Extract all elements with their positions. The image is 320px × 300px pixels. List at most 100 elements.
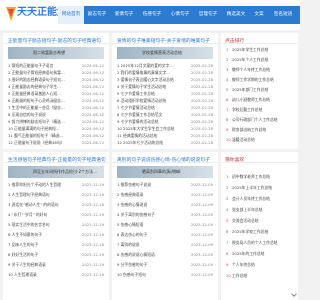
list-item[interactable]: 3 爱情句子表达暖心文字活动总结 2025-02-28 xyxy=(117,77,213,83)
list-item[interactable]: 9 努力拼搏的励志短句子（精选… 2024-06-12 xyxy=(8,119,104,125)
list-item[interactable]: 4 关于离别的伤感句子 2023-12-09 xyxy=(117,212,213,218)
list-item[interactable]: 2 伤感经典语录 2023-12-09 xyxy=(117,192,213,198)
list-item[interactable]: 8 乐观自信的句子说说 2024-06-12 xyxy=(8,112,104,118)
ranked-item[interactable]: 3 会计人员年终工作总结 xyxy=(226,196,270,202)
list-item[interactable]: 12 正能量句子说说（经典46句） 2024-06-12 xyxy=(8,140,104,146)
nav-item-home[interactable]: 网站首页 xyxy=(58,6,84,24)
ranked-item[interactable]: 8 公司行政部门个人工作总结 xyxy=(226,117,278,123)
list-item[interactable]: 10 2025年大学生学生会工作总结 2025-02-28 xyxy=(117,126,213,132)
list-item[interactable]: 6 活动组织学校爱情活动总结 2025-02-28 xyxy=(117,98,213,104)
list-item[interactable]: 1 推荐伤感句子说说 2023-12-09 xyxy=(117,182,213,188)
list-item-title: 6 正能量的短句子心灵鸡汤励志… xyxy=(8,98,65,103)
list-item[interactable]: 4 “水打”“岁月” 的好句 2023-12-19 xyxy=(8,212,104,218)
nav-item-mood[interactable]: 心情句子 xyxy=(166,6,194,24)
list-item[interactable]: 5 现实生活中的名言名句 2023-12-19 xyxy=(8,222,104,228)
list-item[interactable]: 8 伤感的说说心情短语 2023-12-09 xyxy=(117,252,213,258)
list-item-date: 2024-06-12 xyxy=(81,98,104,103)
ranked-item[interactable]: 2 2025年上半年工作总结 xyxy=(226,185,272,191)
ranked-item[interactable]: 5 交流会活动总结 xyxy=(226,218,259,224)
list-item[interactable]: 12 2025年七夕活动的总结 2025-02-28 xyxy=(117,140,213,146)
ranked-item[interactable]: 9 财务部出纳工作总结 xyxy=(226,127,266,133)
list-item[interactable]: 4 正能量励志的经典句子学生… 2024-06-12 xyxy=(8,84,104,90)
list-item[interactable]: 9 七夕节爱情的活动总结 2025-02-28 xyxy=(117,119,213,125)
list-item[interactable]: 1 2025年12月文案的爱的文字… 2025-02-28 xyxy=(117,63,213,69)
ranked-item[interactable]: 6 幼儿小班教师工作总结 xyxy=(226,97,270,103)
nav-item-copywriting[interactable]: 文案 xyxy=(250,6,268,24)
list-item[interactable]: 11 经典爱情的活动总结 2025-02-28 xyxy=(117,133,213,139)
list-item[interactable]: 9 关于人生的经典语录 2023-12-19 xyxy=(8,262,104,268)
ranked-item[interactable]: 9 个人年终总结 xyxy=(226,262,255,268)
panel-love: 爱情的句子唯美短句子-关于爱情的唯美句子 学校爱情营表活动总结 1 2025年1… xyxy=(112,33,218,149)
ranked-item[interactable]: 2 2025年个人工作总结 xyxy=(226,57,268,63)
list-item-date: 2023-12-09 xyxy=(190,252,213,257)
scroll-down-icon[interactable] xyxy=(291,291,297,297)
site-logo[interactable]: 天天正能量 xyxy=(4,3,67,27)
ranked-item-title: 2025年学生工作总结 xyxy=(232,47,269,52)
nav-item-inspirational[interactable]: 励志句子 xyxy=(84,6,110,24)
list-item[interactable]: 6 表达伤心的句子 2023-12-09 xyxy=(117,232,213,238)
list-item-title: 2 伤感经典语录 xyxy=(117,192,144,197)
list-item[interactable]: 3 伤感的心情说说 2023-12-09 xyxy=(117,202,213,208)
ranked-item[interactable]: 4 教师工作学期的工作总结 xyxy=(226,77,274,83)
list-item[interactable]: 1 简短的正能量句子子语言 2024-06-12 xyxy=(8,63,104,69)
list-item[interactable]: 6 正能量的短句子心灵鸡汤励志… 2024-06-12 xyxy=(8,98,104,104)
list-item[interactable]: 10 伤感句子短句 2023-12-09 xyxy=(117,272,213,278)
featured-item[interactable]: 四至五年间所作作品检讨-2个方法… xyxy=(8,166,104,178)
list-item[interactable]: 1 推荐你阳光个不动的人生哲理 2023-12-19 xyxy=(8,182,104,188)
list-item[interactable]: 7 七夕节爱情活动总结 2025-02-28 xyxy=(117,105,213,111)
list-item[interactable]: 8 好好生活的句子 2023-12-19 xyxy=(8,252,104,258)
ranked-item[interactable]: 7 学校后勤工作总结 xyxy=(226,107,262,113)
featured-item[interactable]: 阳二致富励志希望 xyxy=(8,47,104,59)
list-item[interactable]: 7 品味人生的句子 2023-12-19 xyxy=(8,242,104,248)
list-item-title: 7 七夕节爱情活动总结 xyxy=(117,105,155,110)
ranked-item-title: 2025年的工作总结 xyxy=(232,251,265,256)
list-item[interactable]: 7 离别的说说 2023-12-09 xyxy=(117,242,213,248)
ranked-item[interactable]: 5 2025年部门工作总结 xyxy=(226,87,268,93)
list-item-title: 11 霸气正能量的短句子（精选… xyxy=(8,133,64,138)
list-item-date: 2023-12-19 xyxy=(81,242,104,247)
list-item-date: 2024-06-12 xyxy=(81,112,104,117)
featured-item[interactable]: 学校爱情营表活动总结 xyxy=(117,47,213,59)
list-item[interactable]: 9 分手伤感的句子 2023-12-09 xyxy=(117,262,213,268)
list-item[interactable]: 7 生活中的正能量一些话（励志… 2024-06-12 xyxy=(8,105,104,111)
list-item[interactable]: 5 伤感心情短语 2023-12-09 xyxy=(117,222,213,228)
ranked-item[interactable]: 1 2025年学生工作总结 xyxy=(226,47,268,53)
list-item[interactable]: 5 正能量经典语录激励人心短… 2024-06-12 xyxy=(8,91,104,97)
ranked-item[interactable]: 4 党支部上半年总结 xyxy=(226,207,262,213)
nav-item-philosophy[interactable]: 哲理句子 xyxy=(194,6,222,24)
nav-item-essays[interactable]: 精选美文 xyxy=(222,6,250,24)
list-item-title: 5 现实生活中的名言名句 xyxy=(8,222,50,227)
list-item[interactable]: 3 很好的励志经典语录句子短句… 2024-06-12 xyxy=(8,77,104,83)
ranked-item[interactable]: 10温暖活动总结 xyxy=(226,137,255,143)
ranked-item[interactable]: 7 税务局人员的个人工作总结 xyxy=(226,240,278,246)
list-item-title: 1 推荐你阳光个不动的人生哲理 xyxy=(8,182,61,187)
list-item[interactable]: 3 说话在“感动人生” 的的语句 2023-12-19 xyxy=(8,202,104,208)
list-item[interactable]: 6 人生不如意的句子 2023-12-19 xyxy=(8,232,104,238)
ranked-item[interactable]: 3 教师个人年终工作总结 xyxy=(226,67,270,73)
list-item[interactable]: 11 霸气正能量的短句子（精选… 2024-06-12 xyxy=(8,133,104,139)
ranked-item-title: 教师工作学期的工作总结 xyxy=(232,77,274,82)
list-item-title: 4 正能量励志的经典句子学生… xyxy=(8,84,61,89)
list-item[interactable]: 5 七夕节爱情工作总结 2025-02-28 xyxy=(117,91,213,97)
ranked-item[interactable]: 8 2025年的工作总结 xyxy=(226,251,264,257)
list-item-date: 2023-12-19 xyxy=(81,202,104,207)
list-item-date: 2023-12-19 xyxy=(81,232,104,237)
list-item[interactable]: 2 我们的爱情故事的真情文字… 2025-02-28 xyxy=(117,70,213,76)
list-item[interactable]: 4 关于爱情句子学生活动总结 2025-02-28 xyxy=(117,84,213,90)
list-item[interactable]: 10 正能量满满的句子经典短… 2024-06-12 xyxy=(8,126,104,132)
list-item[interactable]: 8 七夕节爱情工作总结范文 2025-02-28 xyxy=(117,112,213,118)
list-item[interactable]: 10 人生哲理语录 2023-12-19 xyxy=(8,272,104,278)
ranked-item[interactable]: 10工作总结 xyxy=(226,273,247,279)
nav-item-sad[interactable]: 伤感句子 xyxy=(138,6,166,24)
ranked-item[interactable]: 1 初中数学老师工作总结 xyxy=(226,174,270,180)
list-item-title: 6 人生不如意的句子 xyxy=(8,232,42,237)
ranked-item[interactable]: 6 2025年学校工作总结 xyxy=(226,229,268,235)
ranked-item-title: 工作总结 xyxy=(232,273,248,278)
list-item-title: 12 正能量句子说说（经典46句） xyxy=(8,140,65,145)
featured-item[interactable]: 晒离别四章的演讲稿8 xyxy=(117,166,213,178)
list-item[interactable]: 2 正能量句子简短经典语句致富… 2024-06-12 xyxy=(8,70,104,76)
nav-item-love[interactable]: 爱情句子 xyxy=(110,6,138,24)
list-item-title: 2 人生哲理句子经典语句 xyxy=(8,192,50,197)
list-item[interactable]: 2 人生哲理句子经典语句 2023-12-19 xyxy=(8,192,104,198)
nav-item-signatures[interactable]: 签名短语 xyxy=(268,6,298,24)
